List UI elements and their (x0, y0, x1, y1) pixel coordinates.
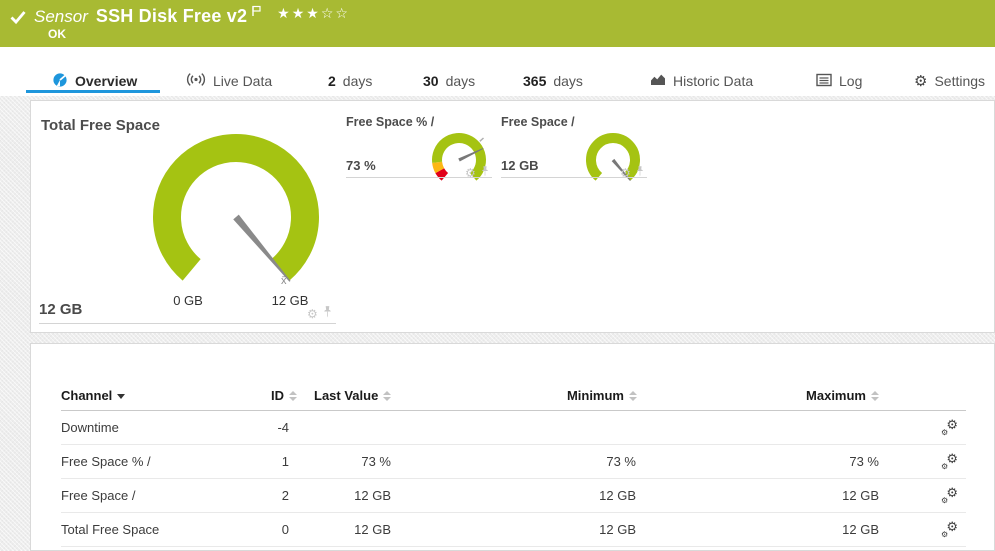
tab-live-data-label[interactable]: Live Data (213, 73, 272, 89)
channel-name: Free Space % / (61, 445, 151, 478)
table-row: Free Space / 2 12 GB 12 GB 12 GB ⚙⚙ (61, 479, 966, 513)
tab-historic-data-label[interactable]: Historic Data (673, 73, 753, 89)
channel-settings-icon[interactable]: ⚙⚙ (941, 488, 958, 504)
tab-30-days-number[interactable]: 30 (423, 73, 439, 89)
tab-2-days-label[interactable]: days (343, 73, 373, 89)
tab-30-days-label[interactable]: days (446, 73, 476, 89)
free-space-gauge (578, 125, 648, 195)
sort-icon (871, 391, 879, 401)
tab-settings[interactable]: ⚙ Settings (914, 70, 985, 92)
column-header-minimum-label[interactable]: Minimum (567, 388, 624, 403)
column-header-channel-label[interactable]: Channel (61, 388, 112, 403)
priority-flag-icon[interactable] (251, 5, 263, 23)
column-header-channel[interactable]: Channel (61, 388, 125, 403)
total-free-space-gauge (136, 117, 336, 317)
channel-settings-icon[interactable]: ⚙⚙ (941, 454, 958, 470)
area-chart-icon (650, 72, 666, 90)
settings-gear-icon: ⚙ (914, 74, 927, 89)
tile-gear-icon[interactable]: ⚙ (307, 308, 318, 320)
gauge-average-marker: x̄ (281, 275, 287, 287)
channel-id: -4 (181, 411, 289, 444)
tab-log[interactable]: Log (816, 70, 862, 92)
channels-panel: Channel ID Last Value Minimum Maximum Do… (30, 343, 995, 551)
status-check-icon (10, 9, 26, 30)
active-tab-underline (26, 90, 160, 93)
column-header-maximum[interactable]: Maximum (731, 388, 879, 403)
sensor-status-banner: Sensor SSH Disk Free v2 ★★★☆☆ OK (0, 0, 995, 47)
sort-desc-icon (117, 394, 125, 399)
sort-icon (629, 391, 637, 401)
channel-id: 1 (181, 445, 289, 478)
stars-empty[interactable]: ☆☆ (321, 6, 350, 22)
tab-overview[interactable]: Overview (52, 70, 137, 92)
tab-2-days[interactable]: 2 days (328, 70, 372, 92)
gauge-title-free-space: Free Space / (501, 115, 575, 129)
priority-stars[interactable]: ★★★☆☆ (277, 6, 350, 22)
tile-pin-icon[interactable] (323, 305, 332, 323)
tab-historic-data[interactable]: Historic Data (650, 70, 753, 92)
tab-365-days-label[interactable]: days (553, 73, 583, 89)
channel-last-value: 73 % (291, 445, 391, 478)
live-signal-icon (186, 72, 206, 90)
column-header-id-label[interactable]: ID (271, 388, 284, 403)
channel-id: 2 (181, 479, 289, 512)
table-row: Downtime -4 ⚙⚙ (61, 411, 966, 445)
gauge-arc (167, 148, 305, 270)
log-list-icon (816, 73, 832, 90)
tab-overview-label[interactable]: Overview (75, 73, 137, 89)
tab-365-days-number[interactable]: 365 (523, 73, 546, 89)
gauge-average-tick (480, 138, 484, 141)
tile-pin-icon[interactable] (481, 164, 489, 182)
channel-maximum: 73 % (751, 445, 879, 478)
gauge-value-free-space: 12 GB (501, 158, 539, 173)
tab-settings-label[interactable]: Settings (934, 73, 985, 89)
gauges-panel: Total Free Space 0 GB 12 GB x̄ 12 GB ⚙ F… (30, 100, 995, 333)
gauge-segment-red (440, 171, 445, 177)
stars-filled[interactable]: ★★★ (277, 6, 321, 22)
channel-name: Total Free Space (61, 513, 159, 546)
column-header-maximum-label[interactable]: Maximum (806, 388, 866, 403)
object-kind-label: Sensor (34, 7, 88, 27)
column-header-last-value-label[interactable]: Last Value (314, 388, 378, 403)
tab-log-label[interactable]: Log (839, 73, 862, 89)
channel-minimum: 12 GB (516, 479, 636, 512)
prtg-sensor-page: Sensor SSH Disk Free v2 ★★★☆☆ OK Overvie… (0, 0, 995, 551)
tile-pin-icon[interactable] (636, 164, 644, 182)
column-header-last-value[interactable]: Last Value (314, 388, 391, 403)
channel-minimum: 12 GB (516, 513, 636, 546)
gauge-value-total-free-space: 12 GB (39, 301, 82, 318)
tile-divider (39, 323, 336, 324)
channel-settings-icon[interactable]: ⚙⚙ (941, 522, 958, 538)
channel-maximum: 12 GB (751, 513, 879, 546)
sensor-title: SSH Disk Free v2 (96, 6, 247, 27)
gauge-title-free-space-pct: Free Space % / (346, 115, 434, 129)
channel-last-value: 12 GB (291, 479, 391, 512)
tab-live-data[interactable]: Live Data (186, 70, 272, 92)
sort-icon (289, 391, 297, 401)
sensor-status-text: OK (48, 27, 66, 41)
sort-icon (383, 391, 391, 401)
channel-minimum: 73 % (516, 445, 636, 478)
free-space-pct-gauge (424, 125, 494, 195)
column-header-id[interactable]: ID (181, 388, 297, 403)
channel-last-value: 12 GB (291, 513, 391, 546)
gauge-min-label: 0 GB (158, 293, 218, 308)
tile-divider (501, 177, 647, 178)
channel-id: 0 (181, 513, 289, 546)
gauge-segment-yellow (437, 162, 440, 170)
channel-name: Downtime (61, 411, 119, 444)
channel-maximum: 12 GB (751, 479, 879, 512)
table-row: Total Free Space 0 12 GB 12 GB 12 GB ⚙⚙ (61, 513, 966, 547)
channel-name: Free Space / (61, 479, 135, 512)
tab-30-days[interactable]: 30 days (423, 70, 475, 92)
tile-divider (346, 177, 492, 178)
channel-settings-icon[interactable]: ⚙⚙ (941, 420, 958, 436)
tab-365-days[interactable]: 365 days (523, 70, 583, 92)
gauge-icon (52, 72, 68, 91)
gauge-value-free-space-pct: 73 % (346, 158, 376, 173)
table-row: Free Space % / 1 73 % 73 % 73 % ⚙⚙ (61, 445, 966, 479)
tab-2-days-number[interactable]: 2 (328, 73, 336, 89)
column-header-minimum[interactable]: Minimum (481, 388, 637, 403)
